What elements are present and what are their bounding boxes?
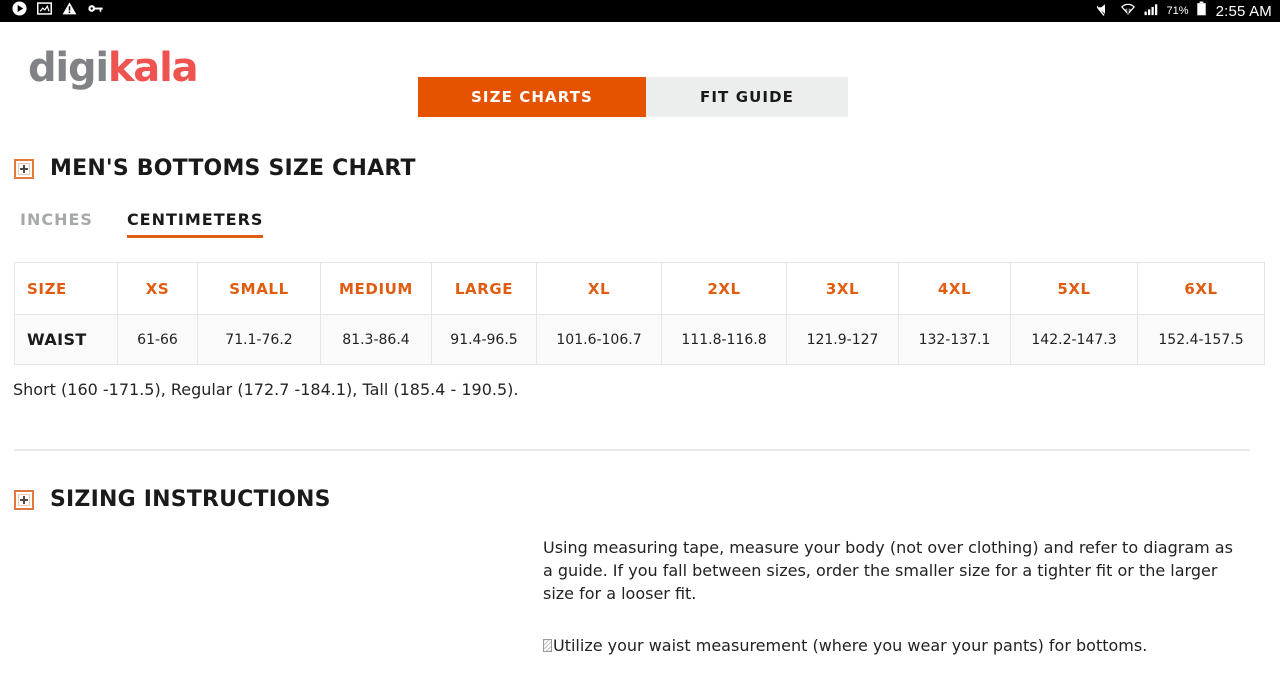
battery-icon bbox=[1196, 1, 1207, 21]
section-header-size-chart[interactable]: MEN'S BOTTOMS SIZE CHART bbox=[14, 158, 416, 180]
size-chart-table-container: SIZE XS SMALL MEDIUM LARGE XL 2XL 3XL 4X… bbox=[14, 262, 1265, 365]
table-cell: 132-137.1 bbox=[898, 314, 1011, 365]
page-title: MEN'S BOTTOMS SIZE CHART bbox=[50, 156, 416, 181]
table-cell: 121.9-127 bbox=[786, 314, 899, 365]
play-icon bbox=[12, 1, 27, 21]
logo-text-primary: digi bbox=[28, 45, 109, 91]
image-icon bbox=[37, 1, 52, 21]
table-cell: 71.1-76.2 bbox=[197, 314, 321, 365]
battery-percent-label: 71% bbox=[1166, 4, 1189, 17]
size-guide-page: digikala SIZE CHARTS FIT GUIDE MEN'S BOT… bbox=[0, 22, 1280, 700]
table-cell: 81.3-86.4 bbox=[320, 314, 432, 365]
table-cell: 61-66 bbox=[117, 314, 198, 365]
table-row-label: WAIST bbox=[14, 314, 118, 365]
table-header-cell: MEDIUM bbox=[320, 262, 432, 315]
plus-box-icon[interactable] bbox=[14, 159, 34, 179]
table-header-cell: XL bbox=[536, 262, 662, 315]
cell-signal-icon bbox=[1143, 2, 1160, 21]
table-header-cell: 2XL bbox=[661, 262, 787, 315]
table-cell: 101.6-106.7 bbox=[536, 314, 662, 365]
table-header-cell: 3XL bbox=[786, 262, 899, 315]
table-cell: 152.4-157.5 bbox=[1137, 314, 1265, 365]
section-divider bbox=[14, 449, 1250, 451]
height-range-note: Short (160 -171.5), Regular (172.7 -184.… bbox=[13, 380, 519, 399]
table-header-cell: LARGE bbox=[431, 262, 537, 315]
size-chart-table: SIZE XS SMALL MEDIUM LARGE XL 2XL 3XL 4X… bbox=[14, 262, 1265, 365]
missing-glyph-icon bbox=[543, 638, 552, 652]
instructions-paragraph-1: Using measuring tape, measure your body … bbox=[543, 538, 1233, 604]
unit-tab-group: INCHES CENTIMETERS bbox=[20, 210, 264, 238]
section-title-sizing-instructions: SIZING INSTRUCTIONS bbox=[50, 487, 331, 512]
table-header-cell: SMALL bbox=[197, 262, 321, 315]
warning-icon bbox=[62, 1, 77, 21]
wifi-icon bbox=[1120, 2, 1136, 21]
logo-text-secondary: kala bbox=[107, 45, 199, 91]
instructions-paragraph-2-text: Utilize your waist measurement (where yo… bbox=[553, 635, 1148, 655]
table-row: WAIST 61-66 71.1-76.2 81.3-86.4 91.4-96.… bbox=[14, 314, 1265, 365]
tab-fit-guide[interactable]: FIT GUIDE bbox=[646, 77, 848, 117]
plus-box-icon[interactable] bbox=[14, 490, 34, 510]
table-cell: 142.2-147.3 bbox=[1010, 314, 1138, 365]
status-bar-clock: 2:55 AM bbox=[1215, 2, 1272, 20]
tab-centimeters[interactable]: CENTIMETERS bbox=[126, 210, 264, 238]
table-header-cell: 5XL bbox=[1010, 262, 1138, 315]
section-header-sizing-instructions[interactable]: SIZING INSTRUCTIONS bbox=[14, 489, 331, 511]
table-header-cell: 4XL bbox=[898, 262, 1011, 315]
status-bar-left-icons bbox=[12, 1, 104, 21]
instructions-paragraph-2: Utilize your waist measurement (where yo… bbox=[543, 634, 1243, 657]
tab-size-charts[interactable]: SIZE CHARTS bbox=[418, 77, 646, 117]
table-cell: 91.4-96.5 bbox=[431, 314, 537, 365]
table-header-cell: 6XL bbox=[1137, 262, 1265, 315]
top-tab-bar: SIZE CHARTS FIT GUIDE bbox=[418, 77, 848, 117]
table-header-cell: XS bbox=[117, 262, 198, 315]
key-icon bbox=[87, 1, 104, 21]
table-header-row: SIZE XS SMALL MEDIUM LARGE XL 2XL 3XL 4X… bbox=[14, 262, 1265, 315]
sizing-instructions-body: Using measuring tape, measure your body … bbox=[543, 536, 1243, 657]
mute-icon bbox=[1094, 2, 1113, 21]
digikala-logo[interactable]: digikala bbox=[28, 45, 199, 91]
android-status-bar: 71% 2:55 AM bbox=[0, 0, 1280, 22]
tab-inches[interactable]: INCHES bbox=[20, 210, 93, 238]
status-bar-right-icons: 71% 2:55 AM bbox=[1094, 1, 1272, 21]
table-cell: 111.8-116.8 bbox=[661, 314, 787, 365]
table-header-cell: SIZE bbox=[14, 262, 118, 315]
